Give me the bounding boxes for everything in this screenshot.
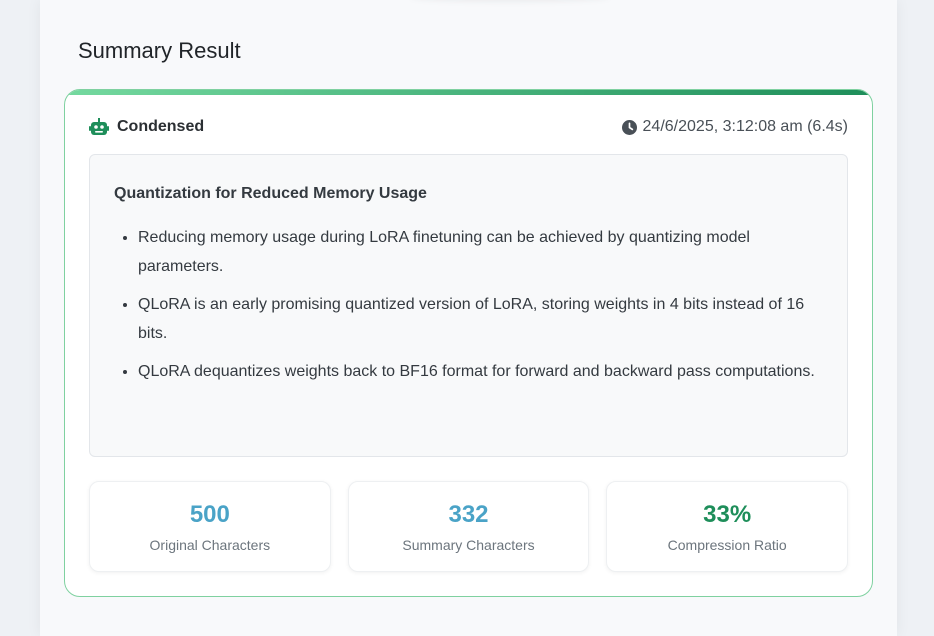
result-header: Condensed 24/6/2025, 3:12:08 am (6.4s) bbox=[89, 117, 848, 137]
summary-content: Quantization for Reduced Memory Usage Re… bbox=[89, 154, 848, 457]
robot-icon bbox=[89, 118, 109, 136]
stat-original-characters: 500 Original Characters bbox=[89, 481, 331, 572]
stat-value: 332 bbox=[448, 500, 489, 528]
stat-label: Original Characters bbox=[149, 536, 271, 553]
stat-compression-ratio: 33% Compression Ratio bbox=[606, 481, 849, 572]
accent-bar bbox=[65, 90, 872, 95]
mode-indicator: Condensed bbox=[89, 118, 204, 136]
stat-value: 33% bbox=[703, 500, 752, 528]
summary-bullet: QLoRA dequantizes weights back to BF16 f… bbox=[138, 357, 823, 386]
stat-value: 500 bbox=[189, 500, 230, 528]
result-card: Condensed 24/6/2025, 3:12:08 am (6.4s) Q… bbox=[64, 89, 873, 597]
summary-heading: Quantization for Reduced Memory Usage bbox=[114, 185, 427, 202]
summary-bullet-list: Reducing memory usage during LoRA finetu… bbox=[114, 223, 823, 386]
mode-label: Condensed bbox=[117, 118, 205, 135]
stat-summary-characters: 332 Summary Characters bbox=[347, 481, 590, 572]
timestamp-text: 24/6/2025, 3:12:08 am (6.4s) bbox=[642, 118, 848, 135]
summary-panel: Summary Result Condensed 24/6/2025, 3:12… bbox=[40, 0, 897, 636]
stat-label: Compression Ratio bbox=[667, 536, 787, 553]
clock-icon bbox=[621, 119, 637, 135]
stats-row: 500 Original Characters 332 Summary Char… bbox=[89, 481, 849, 572]
summary-bullet: Reducing memory usage during LoRA finetu… bbox=[138, 223, 823, 281]
timestamp-meta: 24/6/2025, 3:12:08 am (6.4s) bbox=[621, 118, 848, 136]
section-title: Summary Result bbox=[78, 38, 241, 63]
top-shadow bbox=[410, 0, 610, 2]
stat-label: Summary Characters bbox=[402, 536, 535, 553]
summary-bullet: QLoRA is an early promising quantized ve… bbox=[138, 290, 823, 348]
